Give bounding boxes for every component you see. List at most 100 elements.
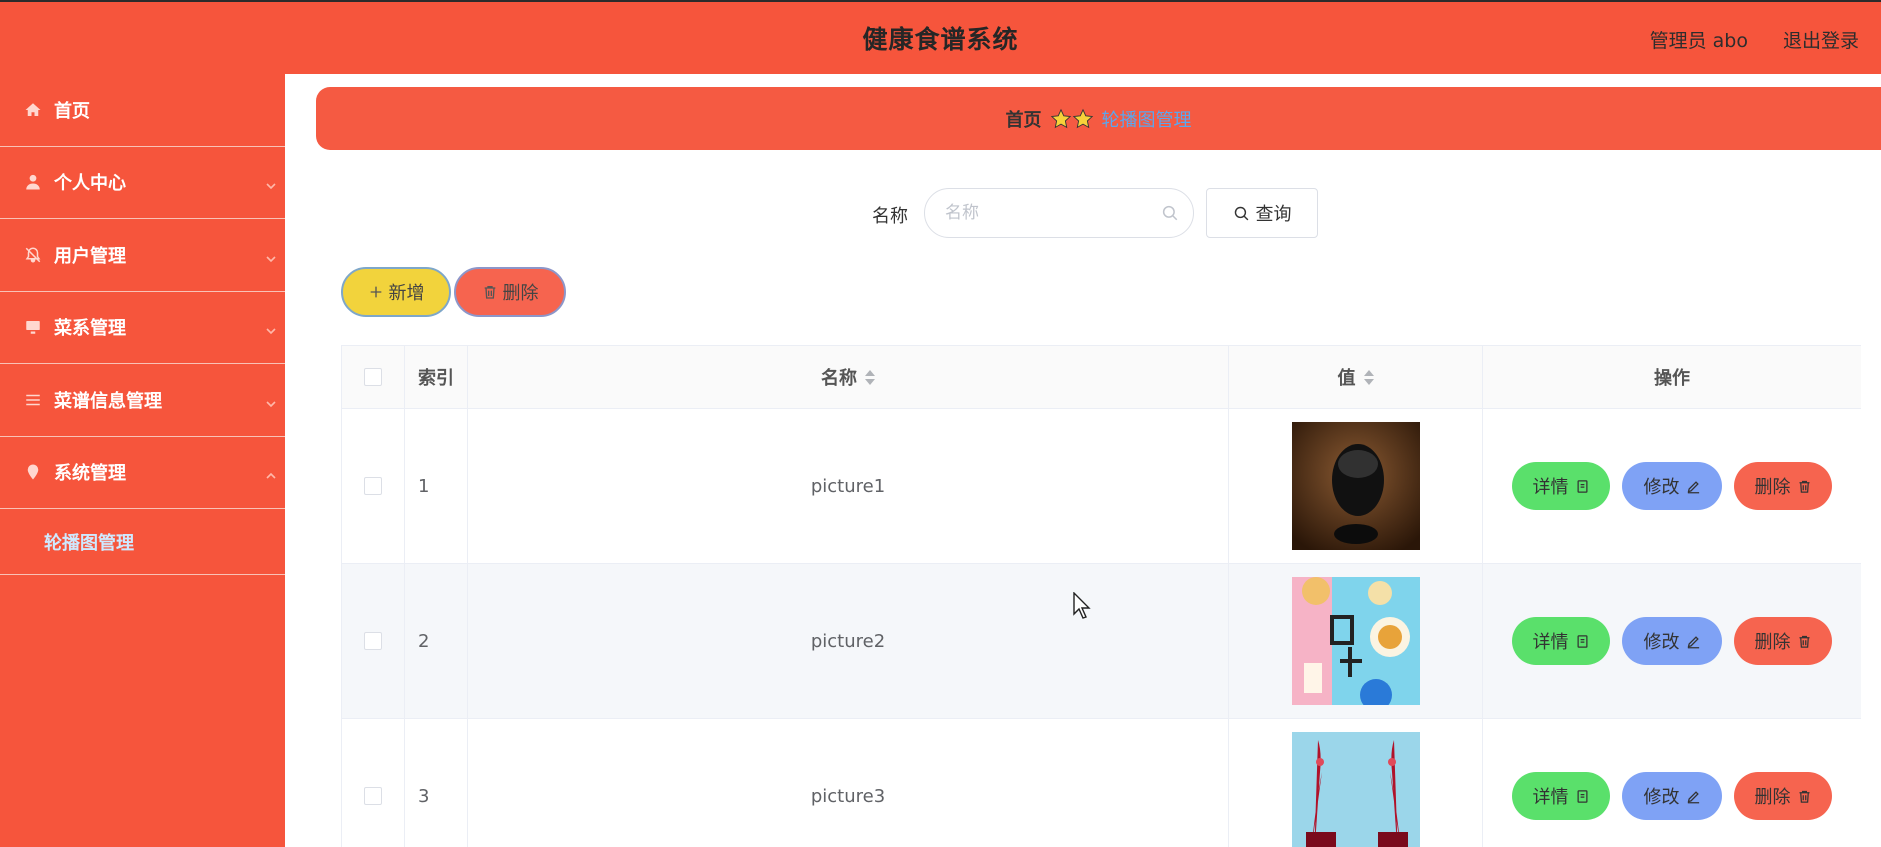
column-index: 索引: [405, 346, 468, 408]
add-button[interactable]: 新增: [341, 267, 451, 317]
logout-link[interactable]: 退出登录: [1783, 26, 1859, 53]
breadcrumb-home[interactable]: 首页: [1006, 106, 1042, 132]
column-name-label: 名称: [821, 368, 857, 389]
search-icon: [1234, 206, 1248, 220]
bell-off-icon: [24, 246, 42, 264]
document-icon: [1577, 789, 1587, 803]
sidebar-item-profile[interactable]: 个人中心: [0, 147, 285, 219]
detail-button[interactable]: 详情: [1512, 462, 1610, 510]
picture-thumbnail[interactable]: [1291, 732, 1420, 847]
chevron-down-icon: [265, 249, 277, 262]
table-row: 1 picture1 详情 修改 删除: [341, 409, 1861, 564]
batch-delete-button[interactable]: 删除: [454, 267, 566, 317]
row-name: picture3: [468, 719, 1229, 847]
delete-button[interactable]: 删除: [1734, 462, 1832, 510]
document-icon: [1577, 479, 1587, 493]
plus-icon: [370, 286, 381, 298]
trash-icon: [1799, 635, 1809, 648]
content-card: 名称 查询 新增 删除 索引 名称 值 操作: [316, 162, 1881, 847]
search-label: 名称: [872, 206, 908, 227]
sidebar-item-label: 菜系管理: [54, 318, 126, 340]
top-bar: 健康食谱系统 管理员 abo 退出登录: [0, 0, 1881, 74]
sort-icon[interactable]: [1363, 369, 1374, 385]
monitor-icon: [24, 318, 42, 336]
chevron-down-icon: [265, 176, 277, 190]
chevron-down-icon: [265, 321, 277, 335]
table-row: 2 picture2 详情 修改 删除: [341, 564, 1861, 719]
delete-label: 删除: [1754, 787, 1791, 808]
row-index: 3: [405, 719, 468, 847]
edit-label: 修改: [1643, 787, 1680, 808]
document-icon: [1577, 634, 1587, 648]
column-value-label: 值: [1337, 368, 1356, 389]
table-header: 索引 名称 值 操作: [341, 346, 1861, 409]
delete-label: 删除: [1754, 632, 1791, 653]
home-icon: [24, 101, 42, 119]
sort-icon[interactable]: [865, 369, 875, 385]
row-name: picture1: [468, 409, 1229, 563]
picture-thumbnail[interactable]: [1291, 422, 1420, 550]
row-index: 2: [405, 564, 468, 718]
sidebar-item-label: 用户管理: [54, 245, 126, 267]
search-icon: [1162, 205, 1178, 221]
mouse-cursor-icon: [1073, 592, 1091, 619]
breadcrumb: 首页 轮播图管理: [316, 87, 1881, 150]
detail-label: 详情: [1532, 632, 1569, 653]
row-checkbox[interactable]: [364, 787, 382, 805]
trash-icon: [1799, 790, 1809, 803]
edit-label: 修改: [1643, 477, 1680, 498]
edit-button[interactable]: 修改: [1622, 617, 1722, 665]
breadcrumb-current: 轮播图管理: [1101, 109, 1192, 131]
pencil-icon: [1687, 790, 1699, 803]
sidebar-item-label: 系统管理: [54, 463, 126, 485]
column-ops: 操作: [1654, 368, 1690, 389]
row-index: 1: [405, 409, 468, 563]
sidebar-item-label: 首页: [54, 100, 90, 122]
trash-icon: [484, 286, 495, 299]
sidebar-item-users[interactable]: 用户管理: [0, 219, 285, 292]
sidebar-item-home[interactable]: 首页: [0, 74, 285, 147]
sidebar-item-system[interactable]: 系统管理: [0, 437, 285, 509]
picture-thumbnail[interactable]: [1291, 577, 1420, 705]
query-button[interactable]: 查询: [1206, 188, 1318, 238]
column-value[interactable]: 值: [1229, 346, 1483, 408]
row-checkbox[interactable]: [364, 632, 382, 650]
app-title: 健康食谱系统: [862, 25, 1019, 54]
sidebar: 首页 个人中心 用户管理 菜系管理 菜谱信息管理 系统管理 轮播图管理: [0, 74, 285, 847]
table-row: 3 picture3 详情 修改 删除: [341, 719, 1861, 847]
sidebar-item-cuisine[interactable]: 菜系管理: [0, 292, 285, 364]
delete-button[interactable]: 删除: [1734, 772, 1832, 820]
chevron-up-icon: [265, 466, 277, 479]
detail-label: 详情: [1532, 477, 1569, 498]
search-input[interactable]: [945, 189, 1155, 237]
list-icon: [24, 391, 42, 409]
sidebar-item-recipes[interactable]: 菜谱信息管理: [0, 364, 285, 437]
delete-button[interactable]: 删除: [1734, 617, 1832, 665]
admin-name: 管理员 abo: [1649, 30, 1748, 52]
watermark: CSDN @回响学长: [1744, 822, 1867, 840]
chevron-down-icon: [265, 394, 277, 407]
row-name: picture2: [468, 564, 1229, 718]
add-button-label: 新增: [388, 283, 425, 304]
query-button-label: 查询: [1255, 204, 1292, 225]
pencil-icon: [1687, 480, 1699, 493]
edit-button[interactable]: 修改: [1622, 772, 1722, 820]
column-name[interactable]: 名称: [468, 346, 1229, 408]
data-table: 索引 名称 值 操作 1 picture1 详情 修改 删除 2 picture…: [341, 345, 1861, 847]
batch-delete-label: 删除: [502, 283, 539, 304]
trash-icon: [1799, 480, 1809, 493]
row-checkbox[interactable]: [364, 477, 382, 495]
delete-label: 删除: [1754, 477, 1791, 498]
detail-button[interactable]: 详情: [1512, 617, 1610, 665]
detail-button[interactable]: 详情: [1512, 772, 1610, 820]
select-all-checkbox[interactable]: [364, 368, 382, 386]
sidebar-subitem-carousel[interactable]: 轮播图管理: [0, 509, 285, 575]
location-icon: [24, 463, 42, 481]
detail-label: 详情: [1532, 787, 1569, 808]
search-box: [924, 188, 1194, 238]
edit-button[interactable]: 修改: [1622, 462, 1722, 510]
user-icon: [24, 173, 42, 191]
star-separator-icon: [1050, 108, 1094, 130]
sidebar-item-label: 个人中心: [54, 173, 126, 195]
pencil-icon: [1687, 635, 1699, 648]
